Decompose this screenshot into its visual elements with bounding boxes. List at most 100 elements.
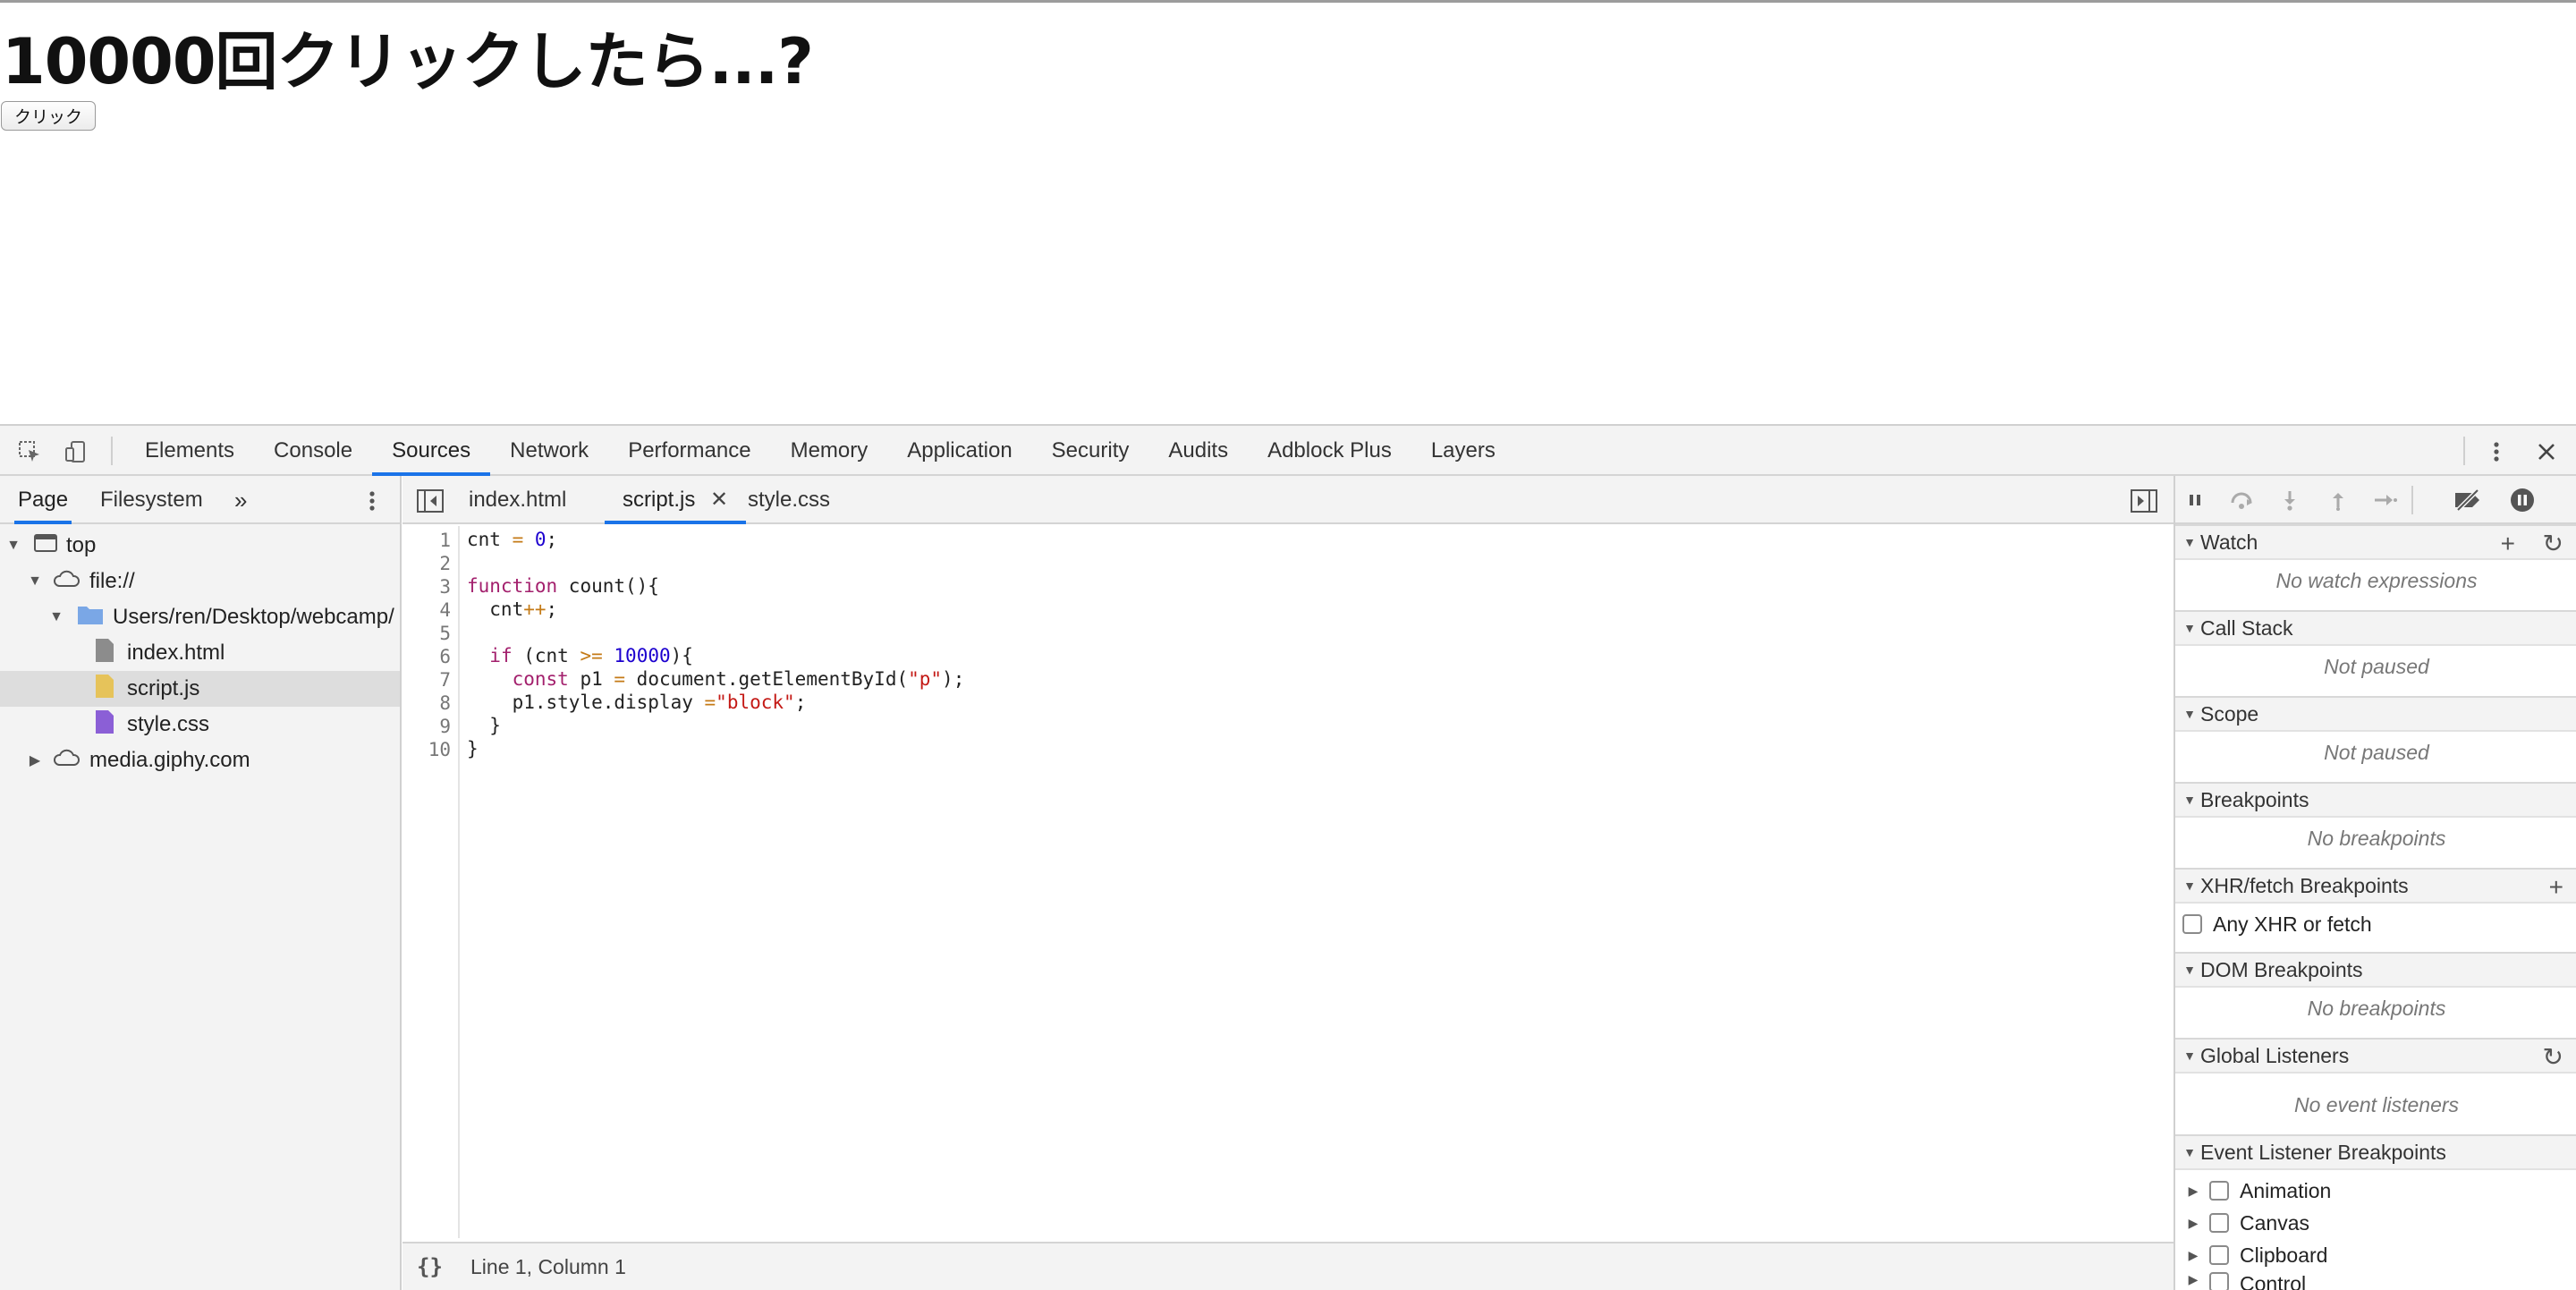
pause-icon[interactable] — [2181, 486, 2209, 514]
event-category-clipboard[interactable]: ▶ Clipboard — [2175, 1240, 2576, 1270]
toolbar-divider — [2411, 486, 2413, 514]
checkbox[interactable] — [2209, 1181, 2229, 1201]
editor-tab-style-css[interactable]: style.css — [748, 476, 830, 524]
tree-item-file-origin[interactable]: ▼ file:// — [0, 564, 400, 599]
pretty-print-button[interactable]: {} — [417, 1254, 453, 1279]
cursor-position: Line 1, Column 1 — [470, 1254, 626, 1278]
collapsed-arrow-icon[interactable]: ▶ — [2184, 1248, 2202, 1263]
tab-filesystem[interactable]: Filesystem — [100, 476, 203, 524]
editor-tab-index-html[interactable]: index.html — [469, 476, 566, 524]
section-xhr-breakpoints[interactable]: ▼ XHR/fetch Breakpoints + — [2175, 868, 2576, 904]
step-icon[interactable] — [2370, 486, 2399, 514]
expand-arrow-icon[interactable]: ▼ — [47, 609, 66, 625]
section-event-listener-breakpoints[interactable]: ▼ Event Listener Breakpoints — [2175, 1134, 2576, 1170]
section-call-stack[interactable]: ▼ Call Stack — [2175, 610, 2576, 646]
step-out-icon[interactable] — [2324, 486, 2352, 514]
expand-arrow-icon[interactable]: ▼ — [2179, 1048, 2200, 1063]
line-number[interactable]: 10 — [428, 739, 451, 760]
tree-item-media-giphy[interactable]: ▶ media.giphy.com — [0, 743, 400, 778]
expand-arrow-icon[interactable]: ▼ — [2179, 535, 2200, 549]
tree-item-top[interactable]: ▼ top — [0, 528, 400, 564]
refresh-icon[interactable]: ↻ — [2543, 531, 2563, 556]
toggle-navigator-icon[interactable] — [417, 476, 444, 524]
section-title: DOM Breakpoints — [2200, 957, 2363, 981]
close-tab-icon[interactable]: ✕ — [710, 488, 728, 512]
device-toolbar-icon[interactable] — [61, 437, 91, 467]
section-global-listeners[interactable]: ▼ Global Listeners ↻ — [2175, 1038, 2576, 1074]
tab-application[interactable]: Application — [887, 426, 1031, 476]
event-category-control[interactable]: ▶ Control — [2175, 1272, 2576, 1290]
section-watch[interactable]: ▼ Watch + ↻ — [2175, 524, 2576, 560]
add-xhr-breakpoint-icon[interactable]: + — [2549, 875, 2563, 900]
editor-tabs: index.html script.js ✕ style.css — [402, 476, 2174, 524]
any-xhr-checkbox-row[interactable]: Any XHR or fetch — [2175, 909, 2576, 939]
line-number[interactable]: 1 — [439, 530, 451, 551]
event-category-animation[interactable]: ▶ Animation — [2175, 1175, 2576, 1206]
expand-arrow-icon[interactable]: ▼ — [2179, 793, 2200, 807]
devtools-tabs: Elements Console Sources Network Perform… — [125, 426, 1515, 476]
editor-tab-script-js[interactable]: script.js ✕ — [605, 476, 747, 524]
checkbox-label: Clipboard — [2240, 1243, 2328, 1267]
section-scope[interactable]: ▼ Scope — [2175, 696, 2576, 732]
section-breakpoints[interactable]: ▼ Breakpoints — [2175, 782, 2576, 818]
line-number[interactable]: 7 — [439, 669, 451, 691]
collapsed-arrow-icon[interactable]: ▶ — [2184, 1216, 2202, 1231]
expand-arrow-icon[interactable]: ▼ — [2179, 621, 2200, 635]
code-line: p1.style.display ="block"; — [467, 692, 807, 713]
pause-on-exceptions-icon[interactable] — [2508, 486, 2537, 514]
tab-layers[interactable]: Layers — [1411, 426, 1515, 476]
tree-item-folder[interactable]: ▼ Users/ren/Desktop/webcamp/ — [0, 599, 400, 635]
code-area[interactable]: cnt = 0; function count(){ cnt++; if (cn… — [467, 526, 2166, 1238]
section-dom-breakpoints[interactable]: ▼ DOM Breakpoints — [2175, 952, 2576, 988]
tab-network[interactable]: Network — [490, 426, 608, 476]
line-number[interactable]: 3 — [439, 576, 451, 598]
folder-icon — [77, 604, 104, 632]
tab-sources[interactable]: Sources — [372, 426, 491, 476]
line-number[interactable]: 8 — [439, 692, 451, 714]
collapsed-arrow-icon[interactable]: ▶ — [2184, 1184, 2202, 1199]
expand-arrow-icon[interactable]: ▼ — [2179, 963, 2200, 977]
checkbox[interactable] — [2209, 1245, 2229, 1265]
expand-arrow-icon[interactable]: ▼ — [2179, 878, 2200, 893]
tab-console[interactable]: Console — [254, 426, 372, 476]
line-number[interactable]: 4 — [439, 599, 451, 621]
more-tabs-icon[interactable]: » — [234, 476, 247, 524]
collapsed-arrow-icon[interactable]: ▶ — [25, 751, 45, 769]
collapsed-arrow-icon[interactable]: ▶ — [2184, 1272, 2202, 1287]
checkbox[interactable] — [2182, 914, 2202, 934]
tab-audits[interactable]: Audits — [1148, 426, 1248, 476]
expand-arrow-icon[interactable]: ▼ — [2179, 1145, 2200, 1159]
line-number[interactable]: 5 — [439, 623, 451, 644]
step-over-icon[interactable] — [2227, 486, 2256, 514]
toggle-debugger-icon[interactable] — [2131, 476, 2157, 524]
expand-arrow-icon[interactable]: ▼ — [25, 573, 45, 590]
checkbox[interactable] — [2209, 1272, 2229, 1290]
tab-page[interactable]: Page — [14, 476, 72, 524]
expand-arrow-icon[interactable]: ▼ — [2179, 707, 2200, 721]
tab-elements[interactable]: Elements — [125, 426, 254, 476]
more-options-icon[interactable] — [2481, 437, 2512, 467]
devtools-main-toolbar: Elements Console Sources Network Perform… — [0, 426, 2576, 476]
line-number[interactable]: 2 — [439, 553, 451, 574]
add-watch-icon[interactable]: + — [2501, 531, 2515, 556]
line-number[interactable]: 6 — [439, 646, 451, 667]
expand-arrow-icon[interactable]: ▼ — [4, 538, 23, 554]
deactivate-breakpoints-icon[interactable] — [2451, 486, 2487, 514]
tree-item-index-html[interactable]: index.html — [0, 635, 400, 671]
tab-memory[interactable]: Memory — [771, 426, 888, 476]
refresh-icon[interactable]: ↻ — [2543, 1045, 2563, 1070]
close-icon[interactable] — [2531, 437, 2562, 467]
tab-performance[interactable]: Performance — [608, 426, 770, 476]
tab-adblock-plus[interactable]: Adblock Plus — [1248, 426, 1411, 476]
tab-security[interactable]: Security — [1032, 426, 1149, 476]
click-button[interactable]: クリック — [1, 101, 97, 131]
tree-item-script-js[interactable]: script.js — [0, 671, 400, 707]
checkbox[interactable] — [2209, 1213, 2229, 1233]
inspect-element-icon[interactable] — [14, 437, 45, 467]
event-category-canvas[interactable]: ▶ Canvas — [2175, 1208, 2576, 1238]
tree-item-style-css[interactable]: style.css — [0, 707, 400, 743]
step-into-icon[interactable] — [2275, 486, 2304, 514]
line-number[interactable]: 9 — [439, 716, 451, 737]
code-line: function count(){ — [467, 575, 659, 597]
navigator-menu-icon[interactable] — [369, 476, 376, 524]
